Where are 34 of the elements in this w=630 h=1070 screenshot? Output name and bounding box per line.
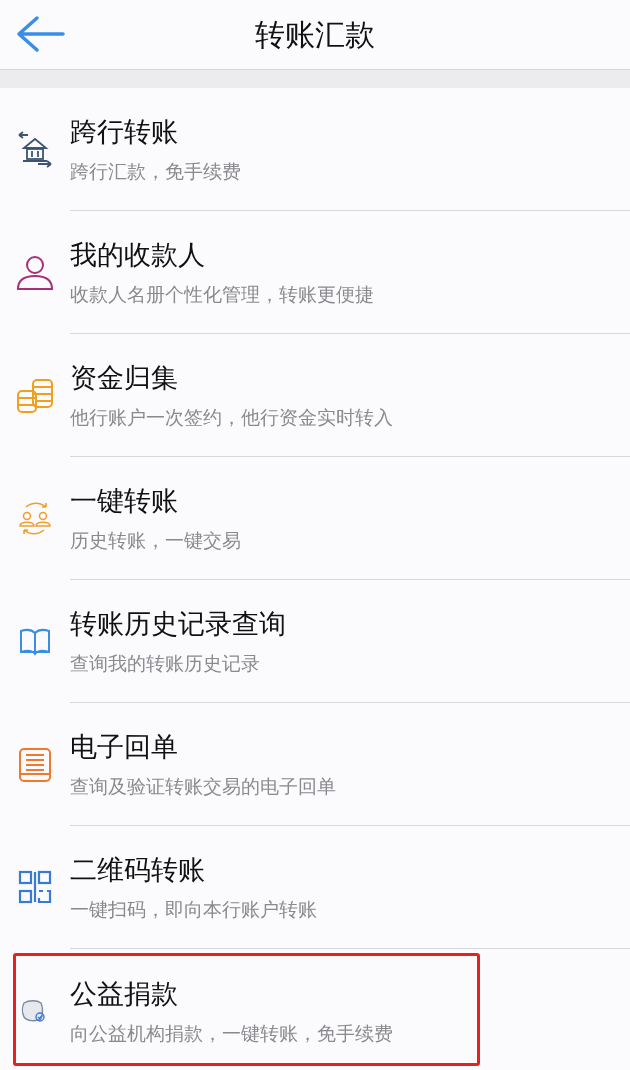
qr-code-icon (18, 869, 52, 906)
item-title: 资金归集 (70, 362, 179, 395)
item-description: 收款人名册个性化管理，转账更便捷 (70, 283, 375, 307)
item-description: 跨行汇款，免手续费 (70, 160, 242, 184)
person-icon (16, 254, 54, 291)
menu-item[interactable]: 资金归集 他行账户一次签约，他行资金实时转入 (0, 334, 630, 457)
item-title: 一键转账 (70, 485, 179, 518)
people-exchange-icon (16, 500, 54, 537)
menu-item[interactable]: 电子回单 查询及验证转账交易的电子回单 (0, 703, 630, 826)
item-title: 转账历史记录查询 (70, 608, 287, 641)
item-description: 查询及验证转账交易的电子回单 (70, 775, 337, 799)
item-description: 一键扫码，即向本行账户转账 (70, 898, 318, 922)
menu-item[interactable]: 转账历史记录查询 查询我的转账历史记录 (0, 580, 630, 703)
item-title: 跨行转账 (70, 116, 179, 149)
book-icon (18, 627, 52, 656)
menu-item[interactable]: 二维码转账 一键扫码，即向本行账户转账 (0, 826, 630, 949)
item-title: 我的收款人 (70, 239, 206, 272)
item-description: 查询我的转账历史记录 (70, 652, 261, 676)
back-button[interactable] (14, 14, 66, 54)
item-title: 公益捐款 (70, 977, 179, 1011)
coins-icon (16, 377, 54, 414)
menu-item[interactable]: 公益捐款 向公益机构捐款，一键转账，免手续费 (0, 949, 630, 1070)
menu-item[interactable]: 我的收款人 收款人名册个性化管理，转账更便捷 (0, 211, 630, 334)
back-arrow-icon (15, 14, 65, 54)
page-title: 转账汇款 (255, 17, 375, 53)
item-description: 他行账户一次签约，他行资金实时转入 (70, 406, 394, 430)
item-title: 电子回单 (70, 731, 179, 764)
item-description: 向公益机构捐款，一键转账，免手续费 (70, 1021, 394, 1046)
menu-item[interactable]: 一键转账 历史转账，一键交易 (0, 457, 630, 580)
menu-item[interactable]: 跨行转账 跨行汇款，免手续费 (0, 88, 630, 211)
item-description: 历史转账，一键交易 (70, 529, 242, 553)
receipt-icon (18, 746, 52, 783)
item-title: 二维码转账 (70, 854, 206, 887)
bank-transfer-icon (16, 130, 54, 169)
